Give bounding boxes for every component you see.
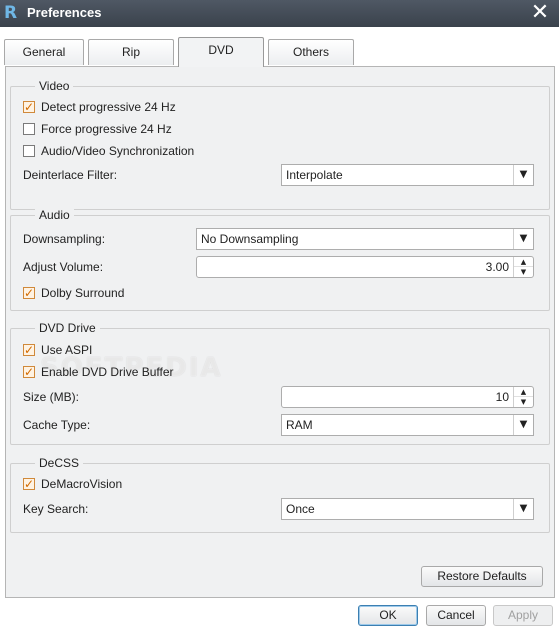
force-progressive-checkbox[interactable] [23,123,35,135]
dvd-drive-group: DVD Drive Use ASPI Enable DVD Drive Buff… [10,321,550,445]
use-aspi-label: Use ASPI [41,343,93,357]
decss-group-title: DeCSS [35,456,84,470]
size-stepper[interactable]: 10 ▲ ▼ [281,386,534,408]
detect-progressive-label: Detect progressive 24 Hz [41,100,176,114]
preferences-window: R Preferences ✕ General Rip DVD Others S… [0,0,559,634]
tab-strip: General Rip DVD Others [0,27,559,67]
adjust-volume-value: 3.00 [485,260,509,274]
key-search-dropdown[interactable]: Once ▼ [281,498,534,520]
restore-defaults-button[interactable]: Restore Defaults [421,566,543,587]
tab-general[interactable]: General [4,39,84,65]
size-spin-buttons: ▲ ▼ [513,387,533,407]
chevron-down-icon: ▼ [513,229,533,249]
spin-down-icon[interactable]: ▼ [514,397,533,407]
spin-down-icon[interactable]: ▼ [514,267,533,277]
enable-buffer-label: Enable DVD Drive Buffer [41,365,174,379]
app-logo-icon: R [4,3,18,23]
cache-type-value: RAM [286,418,313,432]
force-progressive-label: Force progressive 24 Hz [41,122,172,136]
use-aspi-row[interactable]: Use ASPI [23,342,92,358]
title-bar: R Preferences ✕ [0,0,559,27]
apply-button: Apply [493,605,553,626]
spin-up-icon[interactable]: ▲ [514,257,533,267]
video-group: Video Detect progressive 24 Hz Force pro… [10,79,550,210]
tab-others[interactable]: Others [268,39,354,65]
decss-group: DeCSS DeMacroVision Key Search: Once ▼ [10,456,550,533]
key-search-label: Key Search: [23,502,89,516]
adjust-volume-label: Adjust Volume: [23,260,104,274]
downsampling-label: Downsampling: [23,232,106,246]
enable-buffer-row[interactable]: Enable DVD Drive Buffer [23,364,174,380]
size-label: Size (MB): [23,390,80,404]
use-aspi-checkbox[interactable] [23,342,35,358]
cache-type-dropdown[interactable]: RAM ▼ [281,414,534,436]
av-sync-row[interactable]: Audio/Video Synchronization [23,143,194,159]
demacrovision-row[interactable]: DeMacroVision [23,476,122,492]
cache-type-label: Cache Type: [23,418,91,432]
window-title: Preferences [27,5,102,20]
video-group-title: Video [35,79,74,93]
downsampling-value: No Downsampling [201,232,299,246]
demacrovision-checkbox[interactable] [23,476,35,492]
key-search-value: Once [286,502,315,516]
downsampling-dropdown[interactable]: No Downsampling ▼ [196,228,534,250]
chevron-down-icon: ▼ [513,165,533,185]
dvd-settings-panel: SOFTPEDIA Video Detect progressive 24 Hz… [5,66,555,598]
deinterlace-dropdown[interactable]: Interpolate ▼ [281,164,534,186]
force-progressive-row[interactable]: Force progressive 24 Hz [23,121,172,137]
dolby-label: Dolby Surround [41,286,125,300]
spin-up-icon[interactable]: ▲ [514,387,533,397]
audio-group: Audio Downsampling: No Downsampling ▼ Ad… [10,208,550,311]
ok-button[interactable]: OK [358,605,418,626]
chevron-down-icon: ▼ [513,499,533,519]
deinterlace-value: Interpolate [286,168,343,182]
adjust-volume-stepper[interactable]: 3.00 ▲ ▼ [196,256,534,278]
tab-rip[interactable]: Rip [88,39,174,65]
close-button[interactable]: ✕ [529,1,551,25]
deinterlace-label: Deinterlace Filter: [23,168,118,182]
detect-progressive-checkbox[interactable] [23,99,35,115]
demacrovision-label: DeMacroVision [41,477,123,491]
av-sync-label: Audio/Video Synchronization [41,144,195,158]
av-sync-checkbox[interactable] [23,145,35,157]
enable-buffer-checkbox[interactable] [23,364,35,380]
dolby-row[interactable]: Dolby Surround [23,285,124,301]
dolby-checkbox[interactable] [23,285,35,301]
tab-dvd[interactable]: DVD [178,37,264,67]
cancel-button[interactable]: Cancel [426,605,486,626]
detect-progressive-row[interactable]: Detect progressive 24 Hz [23,99,176,115]
dvd-drive-group-title: DVD Drive [35,321,100,335]
adjust-volume-spin-buttons: ▲ ▼ [513,257,533,277]
size-value: 10 [495,390,509,404]
audio-group-title: Audio [35,208,74,222]
chevron-down-icon: ▼ [513,415,533,435]
